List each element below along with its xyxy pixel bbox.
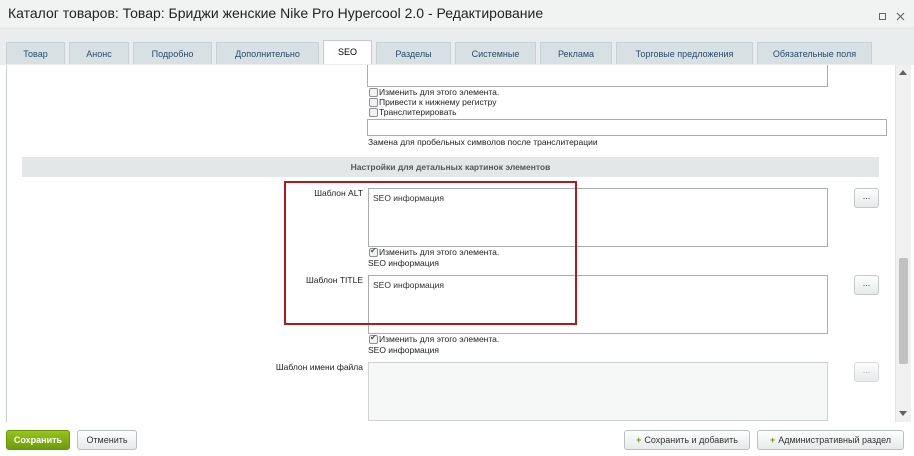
tab-product[interactable]: Товар bbox=[6, 42, 65, 64]
scroll-up-icon[interactable] bbox=[899, 70, 907, 75]
transliterate-checkbox[interactable] bbox=[369, 108, 378, 117]
change-for-element-label: Изменить для этого элемента. bbox=[379, 87, 500, 97]
admin-section-button[interactable]: + Административный раздел bbox=[757, 430, 904, 450]
save-and-add-button[interactable]: + Сохранить и добавить bbox=[624, 430, 750, 450]
tab-trade-offers[interactable]: Торговые предложения bbox=[616, 42, 753, 64]
change-for-element-checkbox[interactable] bbox=[369, 88, 378, 97]
tab-advertising[interactable]: Реклама bbox=[540, 42, 612, 64]
filename-template-label: Шаблон имени файла bbox=[275, 362, 363, 372]
close-icon[interactable] bbox=[896, 8, 905, 21]
scroll-thumb[interactable] bbox=[899, 258, 908, 364]
cancel-button[interactable]: Отменить bbox=[77, 430, 137, 450]
tab-sections[interactable]: Разделы bbox=[376, 42, 451, 64]
title-hint: SEO информация bbox=[368, 345, 439, 355]
tab-system[interactable]: Системные bbox=[455, 42, 536, 64]
transliterate-label: Транслитерировать bbox=[379, 107, 457, 117]
window-titlebar: Каталог товаров: Товар: Бриджи женские N… bbox=[0, 0, 914, 29]
scroll-down-icon[interactable] bbox=[899, 411, 907, 416]
plus-icon: + bbox=[769, 435, 776, 445]
footer-bar: Сохранить Отменить + Сохранить и добавить… bbox=[0, 422, 914, 456]
section-header: Настройки для детальных картинок элемент… bbox=[22, 157, 879, 177]
save-and-add-label: Сохранить и добавить bbox=[644, 435, 738, 445]
title-change-label: Изменить для этого элемента. bbox=[379, 334, 500, 344]
plus-icon: + bbox=[636, 435, 642, 445]
space-replacement-hint: Замена для пробельных символов после тра… bbox=[368, 137, 598, 147]
save-button[interactable]: Сохранить bbox=[6, 430, 70, 450]
tab-additional[interactable]: Дополнительно bbox=[216, 42, 319, 64]
restore-icon[interactable] bbox=[878, 8, 887, 20]
admin-section-label: Административный раздел bbox=[778, 435, 892, 445]
title-template-menu-button[interactable]: ... bbox=[854, 275, 879, 295]
alt-template-menu-button[interactable]: ... bbox=[854, 188, 879, 208]
window-title: Каталог товаров: Товар: Бриджи женские N… bbox=[8, 5, 544, 21]
tab-bar: Товар Анонс Подробно Дополнительно SEO Р… bbox=[0, 29, 914, 65]
lowercase-label: Привести к нижнему регистру bbox=[379, 97, 497, 107]
title-change-checkbox[interactable] bbox=[369, 333, 378, 344]
upper-template-textarea[interactable] bbox=[367, 65, 828, 87]
filename-template-menu-button[interactable]: ... bbox=[854, 362, 879, 382]
space-replacement-input[interactable] bbox=[367, 119, 887, 136]
filename-template-textarea[interactable] bbox=[368, 362, 828, 421]
tab-details[interactable]: Подробно bbox=[133, 42, 212, 64]
tab-seo[interactable]: SEO bbox=[323, 40, 372, 64]
lowercase-checkbox[interactable] bbox=[369, 98, 378, 107]
tab-announce[interactable]: Анонс bbox=[69, 42, 129, 64]
highlight-box bbox=[284, 181, 577, 325]
tab-required-fields[interactable]: Обязательные поля bbox=[757, 42, 872, 64]
content-scrollbar[interactable] bbox=[895, 65, 911, 422]
